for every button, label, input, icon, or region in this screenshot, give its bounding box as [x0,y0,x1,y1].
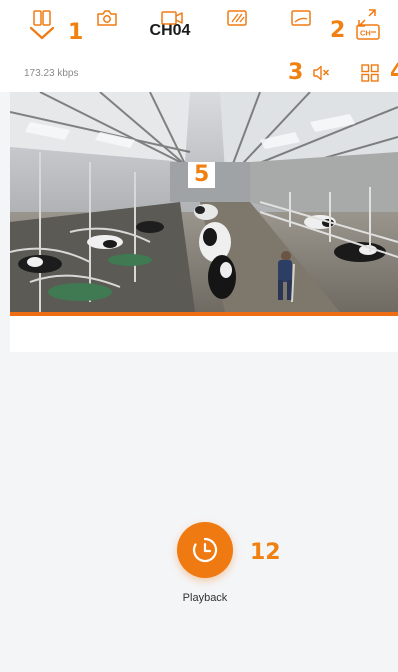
barn-camera-image [10,92,398,312]
video-record-icon [161,11,183,25]
split-view-button[interactable] [31,8,53,28]
image-quality-button[interactable] [226,8,248,28]
record-button[interactable] [160,8,183,28]
fullscreen-expand-icon [358,9,376,27]
fullscreen-button[interactable] [356,8,378,28]
live-video-feed[interactable] [10,92,398,312]
channel-switch-label: CH [360,29,371,38]
snapshot-button[interactable] [96,8,118,28]
screen-ratio-button[interactable] [290,8,312,28]
playback-button[interactable] [177,522,233,578]
speaker-muted-icon [313,65,329,81]
content-area [10,352,398,672]
grid-layout-icon [361,64,379,82]
annotation-12: 12 [250,540,281,565]
annotation-5: 5 [188,162,216,188]
bitrate-readout: 173.23 kbps [24,68,79,79]
layout-button[interactable] [361,64,379,82]
image-quality-icon [227,10,247,26]
playback-label: Playback [182,592,228,604]
camera-icon [97,10,117,26]
split-view-icon [33,10,51,26]
video-toolbar [10,316,398,352]
clock-playback-icon [192,537,218,563]
mute-button[interactable] [311,64,331,82]
screen-ratio-icon [291,10,311,26]
annotation-2: 2 [330,18,346,43]
annotation-3: 3 [288,60,304,85]
annotation-4: 4 [390,60,398,85]
